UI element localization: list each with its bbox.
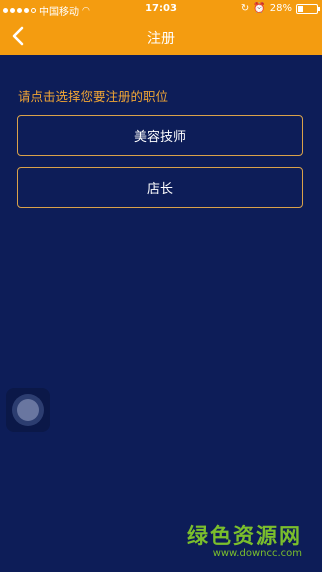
battery-fill [298,5,303,12]
watermark-text: 绿色资源网 [187,524,302,548]
status-bar: 中国移动 ◠ 17:03 ↻ ⏰ 28% [0,0,322,18]
watermark: 绿色资源网 www.downcc.com [187,520,302,559]
alarm-icon: ⏰ [253,3,266,14]
assistive-touch-core [17,399,39,421]
battery-percent: 28% [269,3,292,14]
nav-bar: 注册 [0,18,322,55]
role-prompt: 请点击选择您要注册的职位 [18,89,169,104]
battery-icon [296,3,320,14]
assistive-touch-ring [12,394,44,426]
role-option-store-manager[interactable]: 店长 [17,167,303,208]
page-title: 注册 [147,31,175,47]
status-right: ↻ ⏰ 28% [240,3,320,14]
rotation-lock-icon: ↻ [240,3,250,14]
assistive-touch-button[interactable] [6,388,50,432]
role-option-beautician[interactable]: 美容技师 [17,115,303,156]
